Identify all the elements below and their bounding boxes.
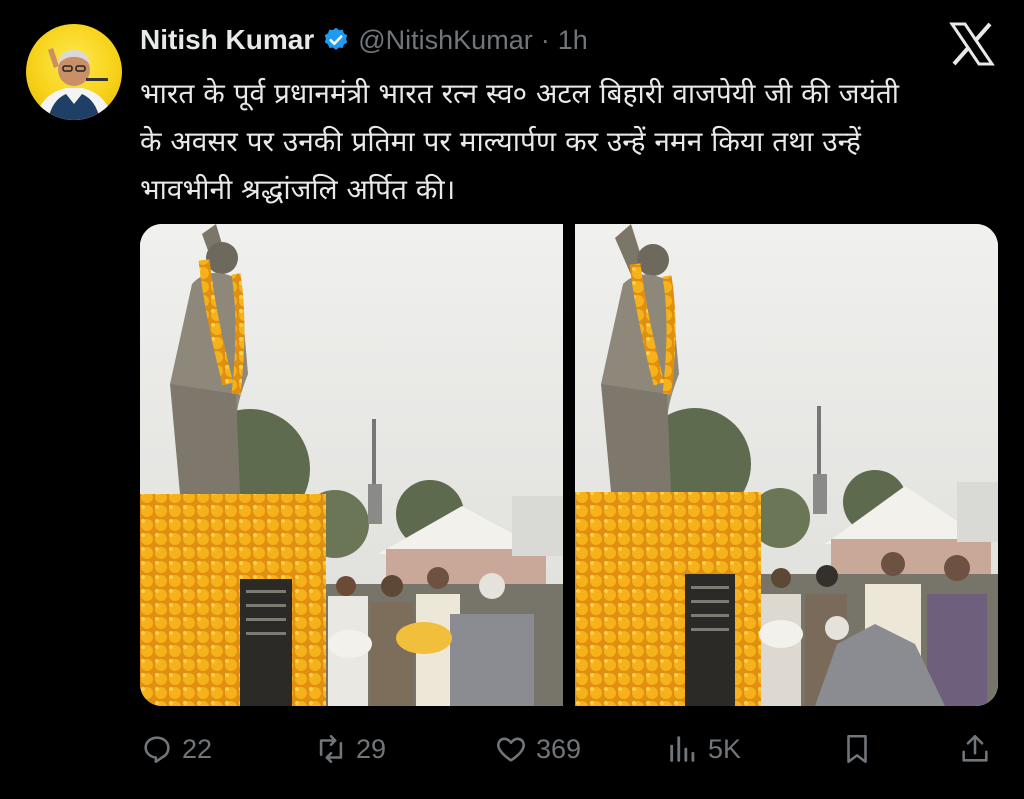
share-button[interactable] (958, 732, 992, 766)
avatar-image (36, 48, 112, 120)
tweet-photo-2[interactable] (575, 224, 998, 706)
bookmark-icon (847, 734, 867, 764)
author-name[interactable]: Nitish Kumar (140, 24, 314, 56)
author-handle[interactable]: @NitishKumar (358, 25, 532, 56)
repost-icon (319, 734, 343, 764)
author-avatar[interactable] (26, 24, 122, 120)
tweet-text-line: भारत के पूर्व प्रधानमंत्री भारत रत्न स्व… (140, 77, 900, 110)
reply-button[interactable]: 22 (140, 732, 212, 766)
tweet-text: भारत के पूर्व प्रधानमंत्री भारत रत्न स्व… (140, 70, 1000, 214)
tweet-text-line: भावभीनी श्रद्धांजलि अर्पित की। (140, 173, 456, 206)
views-icon (670, 736, 695, 762)
verified-badge-icon (325, 27, 348, 50)
statue-garlanding-photo-2 (575, 224, 998, 706)
repost-button[interactable]: 29 (314, 732, 386, 766)
tweet-actions: 22 29 369 5K (140, 726, 1000, 772)
x-logo-icon (949, 22, 995, 66)
statue-garlanding-photo-1 (140, 224, 563, 706)
reply-icon (144, 736, 170, 764)
views-button[interactable]: 5K (666, 732, 741, 766)
bookmark-button[interactable] (840, 732, 874, 766)
tweet-media[interactable] (140, 224, 998, 706)
repost-count: 29 (356, 733, 387, 764)
tweet-text-line: के अवसर पर उनकी प्रतिमा पर माल्यार्पण कर… (140, 125, 861, 158)
views-count: 5K (708, 733, 742, 764)
tweet-photo-1[interactable] (140, 224, 563, 706)
time-separator: · (540, 24, 550, 55)
like-count: 369 (536, 733, 582, 764)
heart-icon (497, 737, 525, 762)
tweet-time[interactable]: 1h (558, 25, 588, 56)
like-button[interactable]: 369 (494, 732, 581, 766)
share-icon (962, 734, 988, 762)
tweet-header: Nitish Kumar @NitishKumar · 1h (140, 22, 588, 58)
reply-count: 22 (182, 733, 213, 764)
